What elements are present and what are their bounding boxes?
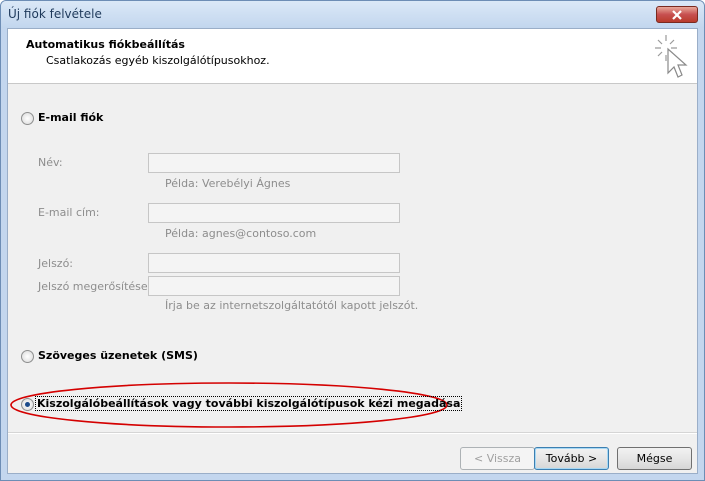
dialog-window: Új fiók felvétele Automatikus fiókbeállí… — [0, 0, 705, 481]
name-hint: Példa: Verebélyi Ágnes — [165, 177, 291, 190]
email-label: E-mail cím: — [38, 206, 100, 219]
email-account-radio[interactable] — [21, 112, 34, 125]
name-field[interactable] — [148, 153, 400, 173]
cursor-sparkle-icon — [655, 35, 688, 78]
email-field[interactable] — [148, 203, 400, 223]
manual-setup-radio[interactable] — [21, 398, 34, 411]
manual-setup-label[interactable]: Kiszolgálóbeállítások vagy további kiszo… — [34, 396, 463, 411]
close-icon — [672, 10, 682, 20]
email-hint: Példa: agnes@contoso.com — [165, 227, 317, 240]
page-subtitle: Csatlakozás egyéb kiszolgálótípusokhoz. — [46, 54, 270, 67]
wizard-header: Automatikus fiókbeállítás Csatlakozás eg… — [8, 29, 697, 84]
close-button[interactable] — [656, 6, 698, 23]
next-button[interactable]: Tovább > — [534, 447, 609, 470]
sms-radio[interactable] — [21, 350, 34, 363]
sms-label[interactable]: Szöveges üzenetek (SMS) — [38, 349, 198, 362]
password-label: Jelszó: — [38, 257, 74, 270]
cancel-button[interactable]: Mégse — [617, 447, 692, 470]
window-title: Új fiók felvétele — [8, 7, 102, 21]
back-button[interactable]: < Vissza — [460, 447, 535, 470]
page-title: Automatikus fiókbeállítás — [26, 38, 185, 51]
footer-divider — [8, 432, 697, 434]
password-hint: Írja be az internetszolgáltatótól kapott… — [165, 299, 419, 312]
email-account-label[interactable]: E-mail fiók — [38, 111, 103, 124]
confirm-password-field[interactable] — [148, 276, 400, 296]
title-bar[interactable]: Új fiók felvétele — [1, 1, 704, 28]
password-field[interactable] — [148, 253, 400, 273]
dialog-body: Automatikus fiókbeállítás Csatlakozás eg… — [7, 28, 698, 474]
confirm-password-label: Jelszó megerősítése: — [38, 280, 152, 293]
name-label: Név: — [38, 156, 63, 169]
